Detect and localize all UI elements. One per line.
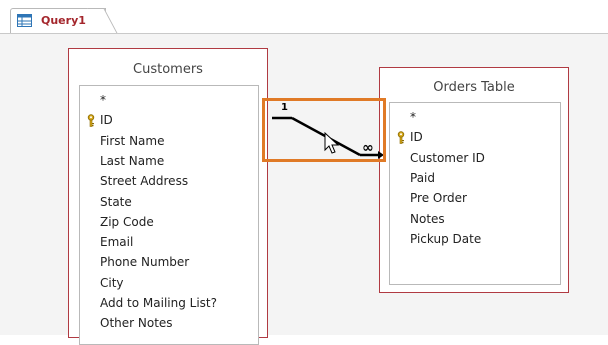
relationship-line-layer: 1 ∞	[272, 102, 384, 159]
relationship-highlight-box	[262, 98, 386, 162]
